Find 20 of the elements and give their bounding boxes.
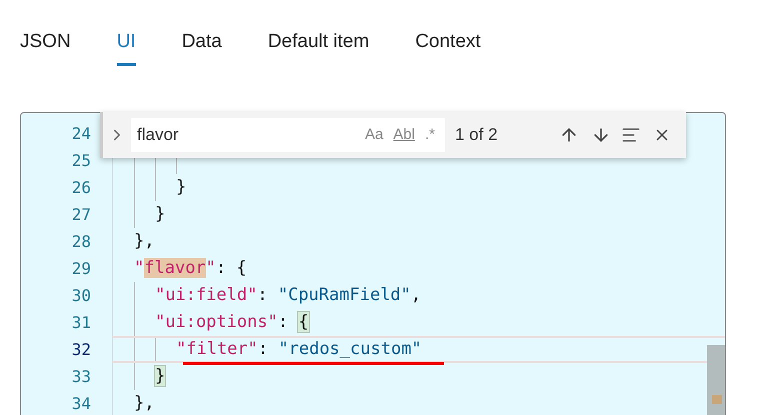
line-number: 26 [70, 176, 91, 198]
line-number: 24 [70, 122, 91, 144]
code-line: } [155, 202, 166, 226]
match-count: 1 of 2 [455, 124, 499, 146]
code-line: "filter": "redos_custom" [176, 338, 422, 361]
line-number: 27 [70, 204, 91, 226]
line-number: 25 [70, 150, 91, 172]
code-line: "ui:options": { [155, 310, 309, 334]
line-number: 34 [70, 392, 91, 414]
code-line: "ui:field": "CpuRamField", [155, 284, 422, 307]
line-number: 33 [70, 366, 91, 388]
code-line: "flavor": { [134, 256, 247, 280]
line-number: 28 [70, 230, 91, 252]
line-number: 29 [70, 258, 91, 280]
code-line: }, [134, 230, 154, 253]
line-number: 31 [70, 312, 91, 334]
line-number: 30 [70, 284, 91, 306]
code-line: }, [134, 392, 154, 415]
line-number: 32 [70, 338, 91, 360]
code-line: } [176, 176, 186, 199]
